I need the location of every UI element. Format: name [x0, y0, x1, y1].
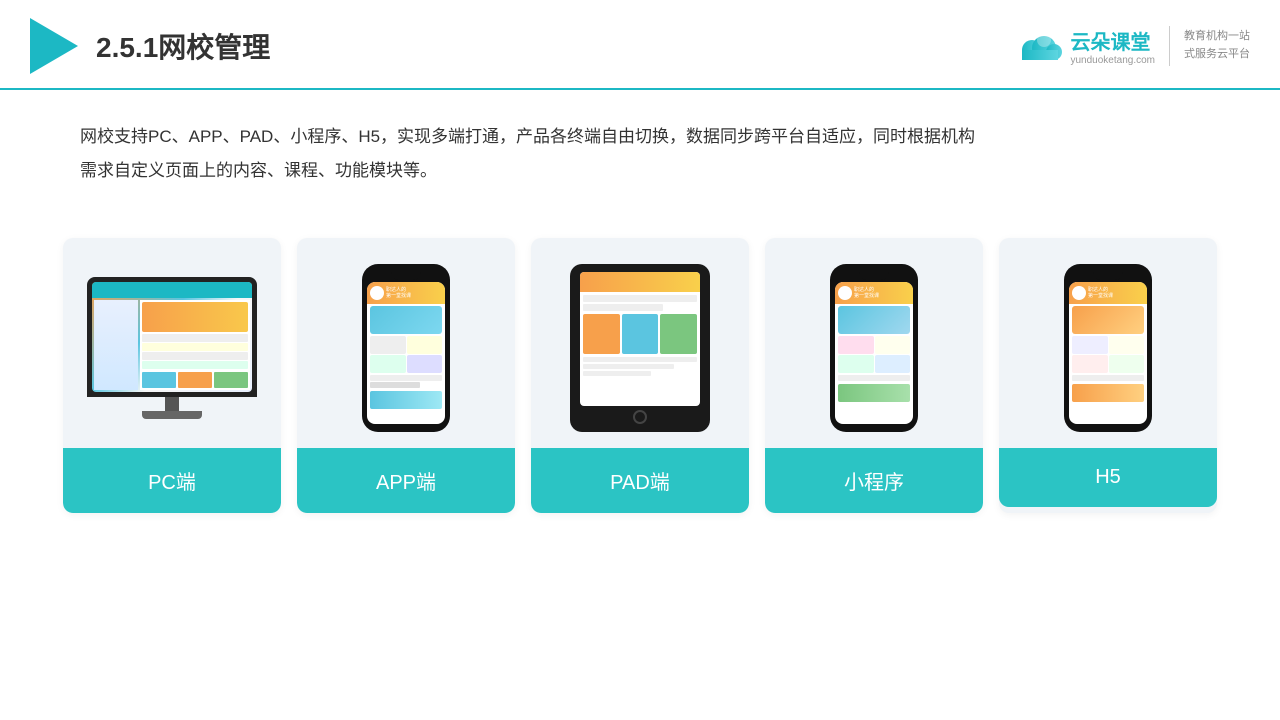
description-line2: 需求自定义页面上的内容、课程、功能模块等。 — [80, 154, 1200, 188]
card-pad: PAD端 — [531, 238, 749, 513]
pc-device — [87, 277, 257, 419]
card-pc-label: PC端 — [63, 448, 281, 513]
card-app-label: APP端 — [297, 448, 515, 513]
header-divider — [1169, 26, 1170, 66]
header: 2.5.1网校管理 云朵课堂 yunduoketa — [0, 0, 1280, 90]
header-left: 2.5.1网校管理 — [30, 18, 270, 74]
card-h5-label: H5 — [999, 448, 1217, 507]
card-app: 职达人的第一堂找课 — [297, 238, 515, 513]
mini-device: 职达人的第一堂找课 — [830, 264, 918, 432]
card-app-image: 职达人的第一堂找课 — [297, 238, 515, 448]
card-mini: 职达人的第一堂找课 — [765, 238, 983, 513]
brand-url: yunduoketang.com — [1070, 55, 1155, 66]
logo-triangle-icon — [30, 18, 78, 74]
h5-device: 职达人的第一堂找课 — [1064, 264, 1152, 432]
app-device: 职达人的第一堂找课 — [362, 264, 450, 432]
card-pad-label: PAD端 — [531, 448, 749, 513]
brand-logo: 云朵课堂 yunduoketang.com 教育机构一站式服务云平台 — [1014, 26, 1250, 66]
brand-name: 云朵课堂 — [1070, 26, 1150, 55]
card-pc-image — [63, 238, 281, 448]
cards-container: PC端 职达人的第一堂找课 — [0, 208, 1280, 533]
page-title: 2.5.1网校管理 — [96, 26, 270, 66]
card-h5: 职达人的第一堂找课 — [999, 238, 1217, 513]
brand-tagline: 教育机构一站式服务云平台 — [1184, 28, 1250, 63]
card-pc: PC端 — [63, 238, 281, 513]
pad-device — [570, 264, 710, 432]
card-mini-label: 小程序 — [765, 448, 983, 513]
description: 网校支持PC、APP、PAD、小程序、H5，实现多端打通，产品各终端自由切换，数… — [0, 90, 1280, 198]
cloud-icon — [1014, 28, 1066, 64]
card-mini-image: 职达人的第一堂找课 — [765, 238, 983, 448]
card-pad-image — [531, 238, 749, 448]
description-line1: 网校支持PC、APP、PAD、小程序、H5，实现多端打通，产品各终端自由切换，数… — [80, 120, 1200, 154]
card-h5-image: 职达人的第一堂找课 — [999, 238, 1217, 448]
